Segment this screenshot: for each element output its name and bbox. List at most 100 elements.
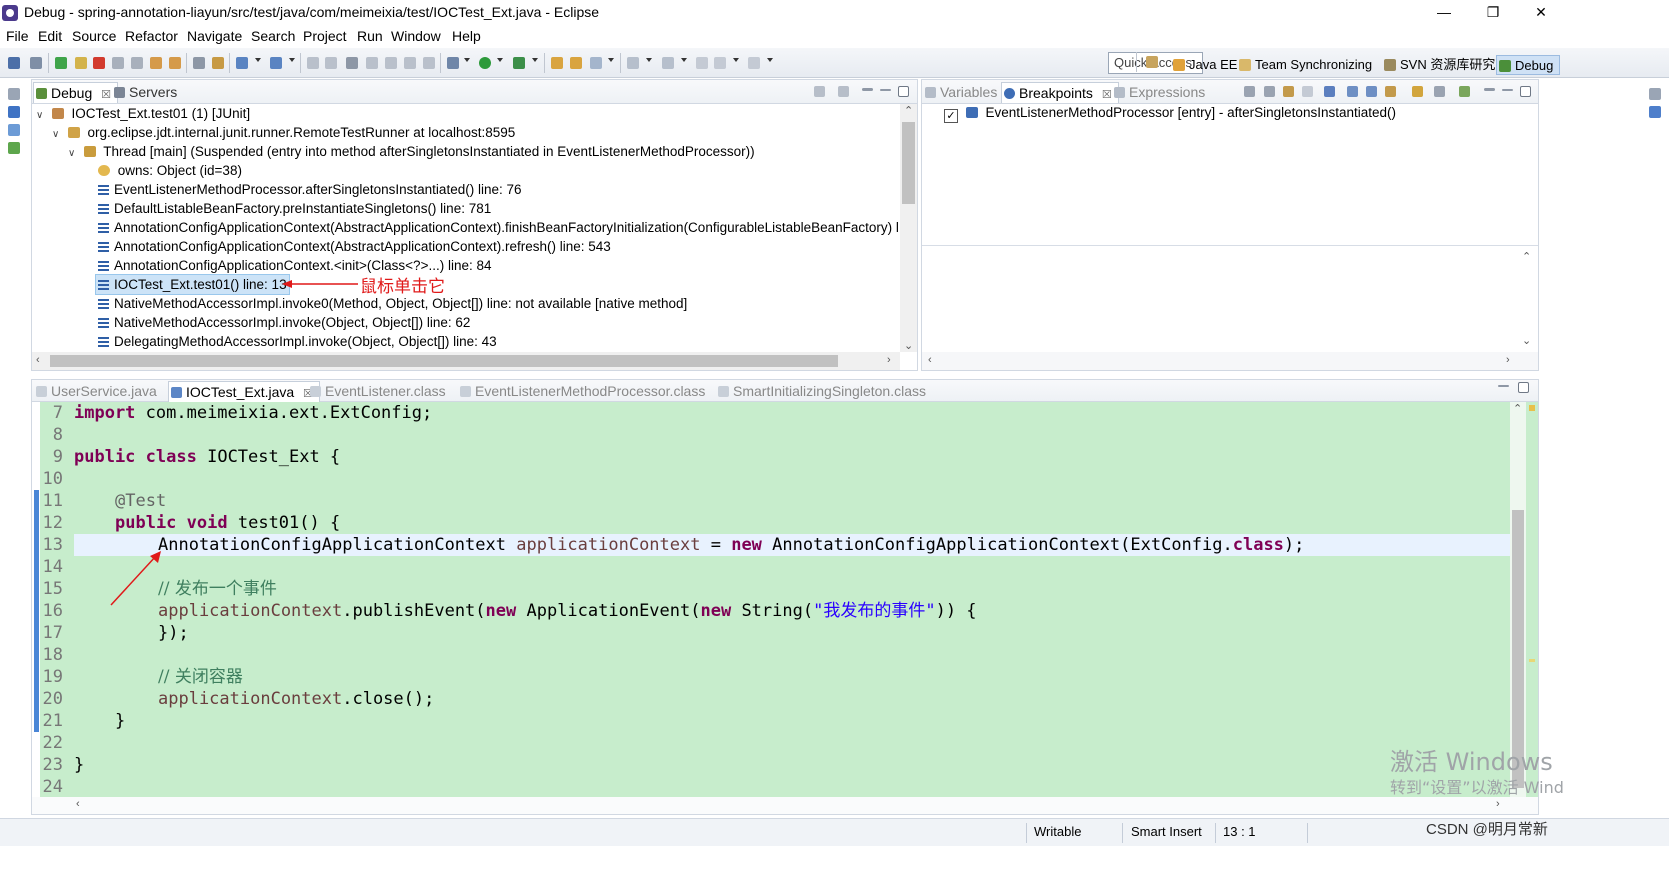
- tab-eventlistenermethodprocessor-class[interactable]: EventListenerMethodProcessor.class: [458, 381, 705, 402]
- chevron-down-icon[interactable]: [464, 58, 470, 62]
- save-icon[interactable]: [8, 57, 20, 69]
- scroll-right-icon[interactable]: ›: [1506, 354, 1510, 366]
- overview-occurrence-marker[interactable]: [1529, 659, 1535, 662]
- menu-navigate[interactable]: Navigate: [187, 28, 242, 44]
- horizontal-scrollbar[interactable]: ‹ ›: [32, 352, 900, 370]
- menu-help[interactable]: Help: [452, 28, 481, 44]
- package-explorer-icon[interactable]: [8, 106, 20, 118]
- coverage-icon[interactable]: [513, 57, 525, 69]
- maximize-view-icon[interactable]: [1518, 382, 1529, 393]
- chevron-down-icon[interactable]: [608, 58, 614, 62]
- view-menu-icon[interactable]: [1484, 88, 1495, 91]
- menu-edit[interactable]: Edit: [38, 28, 62, 44]
- stack-frame[interactable]: DelegatingMethodAccessorImpl.invoke(Obje…: [98, 332, 497, 351]
- chevron-down-icon[interactable]: [767, 58, 773, 62]
- open-folder-icon[interactable]: [551, 57, 563, 69]
- chevron-down-icon[interactable]: [733, 58, 739, 62]
- search-icon[interactable]: [570, 57, 582, 69]
- minimize-view-icon[interactable]: [1498, 385, 1509, 387]
- menu-run[interactable]: Run: [357, 28, 383, 44]
- remove-breakpoint-icon[interactable]: [1244, 86, 1255, 97]
- chevron-down-icon[interactable]: [255, 58, 261, 62]
- scroll-left-icon[interactable]: ‹: [76, 798, 80, 810]
- link-editor-icon[interactable]: [1385, 86, 1396, 97]
- tree-item-monitor[interactable]: owns: Object (id=38): [98, 161, 242, 180]
- scroll-left-icon[interactable]: ‹: [928, 354, 932, 366]
- editor-vertical-scrollbar[interactable]: ⌃: [1510, 402, 1526, 797]
- stack-frame-selected[interactable]: IOCTest_Ext.test01() line: 13: [95, 274, 290, 295]
- scroll-down-icon[interactable]: ⌄: [1522, 334, 1531, 347]
- link-icon[interactable]: [385, 57, 397, 69]
- new-icon[interactable]: [236, 57, 248, 69]
- breakpoint-checkbox[interactable]: ✓: [944, 109, 958, 123]
- tab-expressions[interactable]: Expressions: [1112, 82, 1205, 103]
- tree-item-thread[interactable]: ∨ Thread [main] (Suspended (entry into m…: [68, 142, 755, 161]
- brush-icon[interactable]: [590, 57, 602, 69]
- tree-item-launch[interactable]: ∨ IOCTest_Ext.test01 (1) [JUnit]: [36, 104, 250, 123]
- pin-icon[interactable]: [366, 57, 378, 69]
- perspective-team-synchronizing[interactable]: Team Synchronizing: [1237, 55, 1372, 75]
- goto-file-icon[interactable]: [1302, 86, 1313, 97]
- minimize-view-icon[interactable]: [1502, 89, 1513, 91]
- export-icon[interactable]: [1459, 86, 1470, 97]
- perspective-svn[interactable]: SVN 资源库研究: [1382, 55, 1495, 75]
- scroll-right-icon[interactable]: ›: [887, 354, 891, 366]
- editor-body[interactable]: 7 8 9 10 11 12 13 14 15 16 17 18 19 20 2…: [32, 402, 1538, 797]
- perspective-debug[interactable]: Debug: [1496, 55, 1561, 75]
- skip-breakpoints-icon[interactable]: [30, 57, 42, 69]
- back-icon[interactable]: [714, 57, 726, 69]
- whitespace-icon[interactable]: [423, 57, 435, 69]
- junit-icon[interactable]: [8, 142, 20, 154]
- stack-frame[interactable]: EventListenerMethodProcessor.afterSingle…: [98, 180, 522, 199]
- expand-all-icon[interactable]: [1347, 86, 1358, 97]
- collapse-icon[interactable]: [838, 86, 849, 97]
- scroll-left-icon[interactable]: ‹: [36, 354, 40, 366]
- menu-source[interactable]: Source: [72, 28, 116, 44]
- minimize-view-icon[interactable]: [880, 89, 891, 91]
- import-icon[interactable]: [1434, 86, 1445, 97]
- run-icon[interactable]: [479, 57, 491, 69]
- menu-window[interactable]: Window: [391, 28, 441, 44]
- minimize-button[interactable]: —: [1421, 0, 1467, 26]
- chevron-down-icon[interactable]: [289, 58, 295, 62]
- remove-all-icon[interactable]: [1264, 86, 1275, 97]
- maximize-view-icon[interactable]: [898, 86, 909, 97]
- show-supported-icon[interactable]: [1283, 86, 1294, 97]
- scrollbar-thumb[interactable]: [902, 122, 915, 204]
- menu-refactor[interactable]: Refactor: [125, 28, 178, 44]
- menu-project[interactable]: Project: [303, 28, 347, 44]
- tab-variables[interactable]: Variables: [923, 82, 997, 103]
- stack-frame[interactable]: AnnotationConfigApplicationContext(Abstr…: [98, 218, 899, 237]
- view-menu-icon[interactable]: [862, 88, 873, 91]
- menu-search[interactable]: Search: [251, 28, 295, 44]
- breakpoint-item[interactable]: ✓ EventListenerMethodProcessor [entry] -…: [944, 103, 1396, 123]
- prev-annotation-icon[interactable]: [662, 57, 674, 69]
- editor-horizontal-scrollbar[interactable]: ‹ ›: [32, 797, 1538, 814]
- tab-userservice-java[interactable]: UserService.java: [34, 381, 157, 402]
- tab-servers[interactable]: Servers: [112, 82, 177, 103]
- step-return-icon[interactable]: [169, 57, 181, 69]
- annotation-icon[interactable]: [627, 57, 639, 69]
- exception-breakpoint-icon[interactable]: [1412, 86, 1423, 97]
- close-window-button[interactable]: ✕: [1518, 0, 1564, 26]
- collapse-all-icon[interactable]: [1366, 86, 1377, 97]
- step-over-icon[interactable]: [150, 57, 162, 69]
- open-type-icon[interactable]: [270, 57, 282, 69]
- scroll-up-icon[interactable]: ⌃: [904, 104, 913, 117]
- remove-terminated-icon[interactable]: [814, 86, 825, 97]
- maximize-view-icon[interactable]: [1520, 86, 1531, 97]
- last-edit-icon[interactable]: [696, 57, 708, 69]
- forward-icon[interactable]: [748, 57, 760, 69]
- scroll-down-icon[interactable]: ⌄: [904, 339, 913, 352]
- block-icon[interactable]: [404, 57, 416, 69]
- perspective-java-ee[interactable]: Java EE: [1171, 55, 1237, 75]
- menu-file[interactable]: File: [6, 28, 29, 44]
- chevron-down-icon[interactable]: [646, 58, 652, 62]
- open-perspective-icon[interactable]: [1146, 56, 1158, 68]
- chevron-down-icon[interactable]: [532, 58, 538, 62]
- stack-frame[interactable]: DefaultListableBeanFactory.preInstantiat…: [98, 199, 491, 218]
- horizontal-scrollbar[interactable]: ‹ ›: [922, 352, 1538, 370]
- stack-frame[interactable]: AnnotationConfigApplicationContext(Abstr…: [98, 237, 611, 256]
- scroll-up-icon[interactable]: ⌃: [1522, 250, 1531, 263]
- skip-all-icon[interactable]: [1324, 86, 1335, 97]
